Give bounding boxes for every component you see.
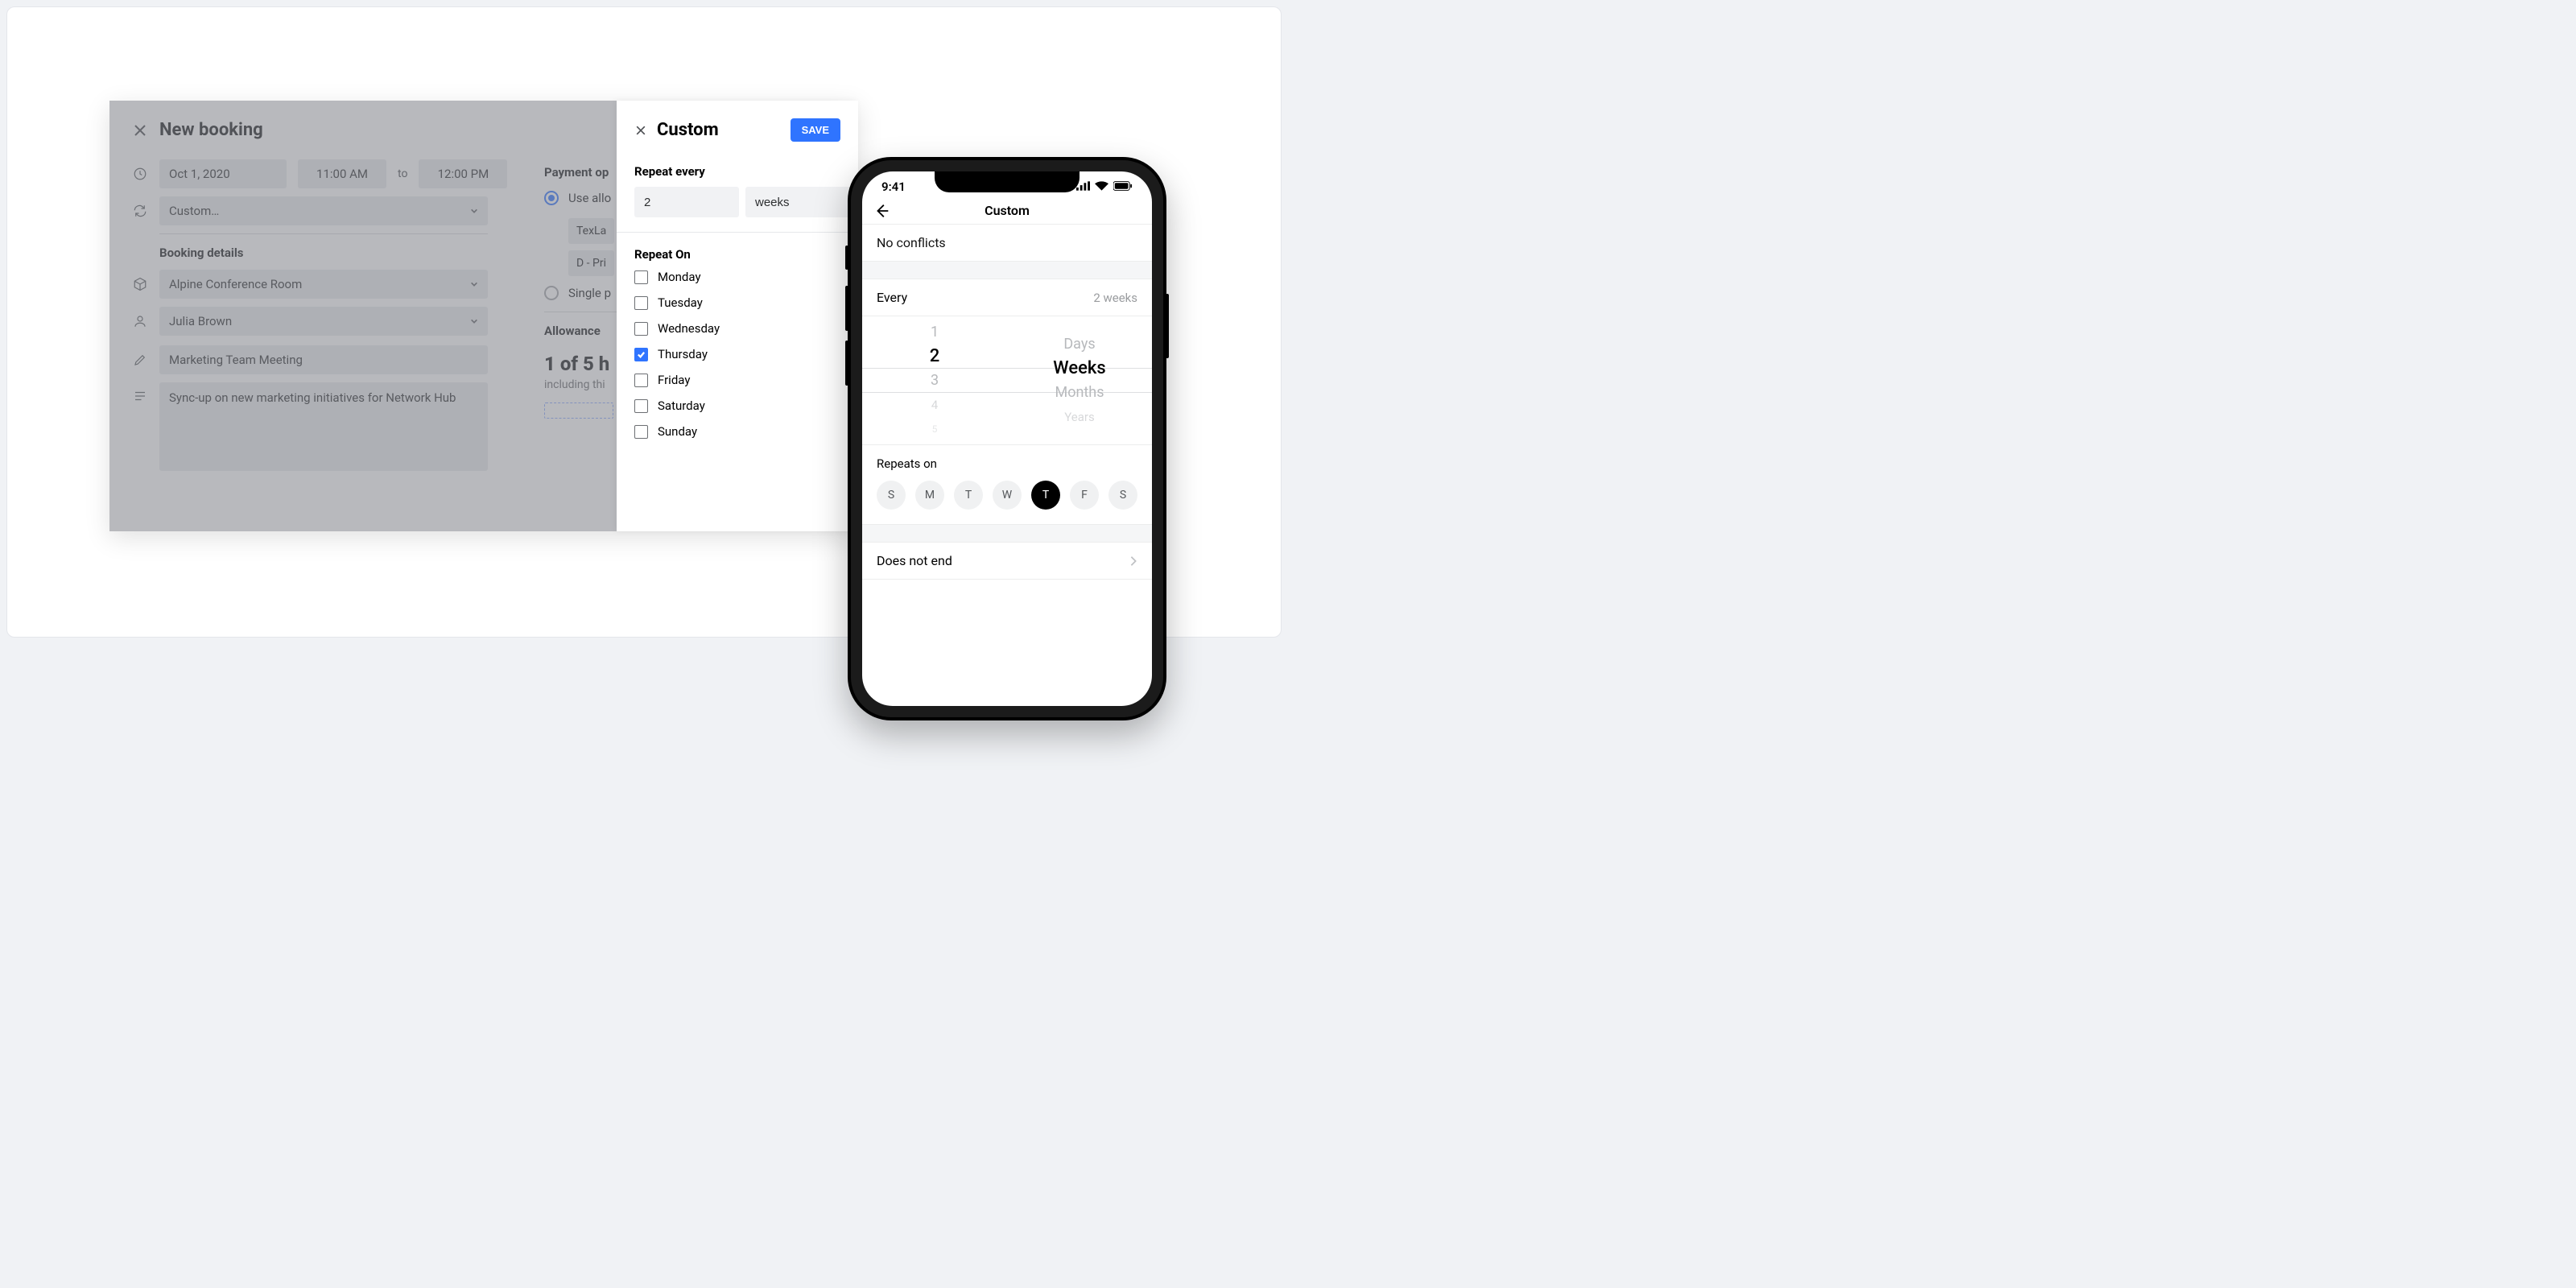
- end-time-input[interactable]: 12:00 PM: [419, 159, 507, 188]
- day-pill[interactable]: T: [954, 481, 983, 510]
- weekday-checkbox[interactable]: Thursday: [634, 347, 840, 361]
- picker-item[interactable]: Days: [1063, 332, 1095, 357]
- every-label: Every: [877, 290, 907, 305]
- user-icon: [133, 314, 147, 328]
- description-textarea[interactable]: Sync-up on new marketing initiatives for…: [159, 382, 488, 471]
- nav-bar: Custom: [862, 197, 1152, 225]
- back-icon[interactable]: [873, 202, 891, 220]
- checkbox-icon: [634, 296, 648, 310]
- chevron-right-icon: [1129, 555, 1137, 567]
- checkbox-icon: [634, 374, 648, 387]
- picker-item[interactable]: 2: [930, 345, 940, 369]
- cube-icon: [133, 277, 147, 291]
- weekday-checkbox-list: Monday Tuesday Wednesday Thursday Friday Satu…: [634, 270, 840, 439]
- start-time-input[interactable]: 11:00 AM: [298, 159, 386, 188]
- allowance-placeholder: [544, 402, 613, 419]
- day-pill[interactable]: W: [993, 481, 1022, 510]
- weekday-checkbox[interactable]: Tuesday: [634, 295, 840, 310]
- radio-icon: [544, 286, 559, 300]
- nav-title: Custom: [985, 203, 1030, 218]
- allowance-tag[interactable]: TexLa: [568, 218, 614, 244]
- day-pill[interactable]: F: [1070, 481, 1099, 510]
- picker-item[interactable]: 1: [931, 320, 939, 345]
- booking-title: New booking: [159, 120, 263, 140]
- picker-item[interactable]: Months: [1055, 381, 1104, 405]
- wifi-icon: [1095, 180, 1108, 194]
- clock-icon: [133, 167, 147, 181]
- allowance-tag[interactable]: D - Pri: [568, 250, 614, 276]
- phone-mock: 9:41 Custom No conflicts Every 2 weeks: [848, 157, 1166, 720]
- custom-recurrence-drawer: Custom SAVE Repeat every Repeat On Monda…: [617, 101, 858, 531]
- chevron-down-icon: [470, 317, 478, 325]
- user-select[interactable]: Julia Brown: [159, 307, 488, 336]
- day-pills: SMTWTFS: [877, 481, 1137, 510]
- radio-icon: [544, 191, 559, 205]
- notes-icon: [133, 389, 147, 403]
- repeat-every-label: Repeat every: [634, 164, 840, 179]
- status-time: 9:41: [881, 180, 906, 194]
- weekday-checkbox[interactable]: Monday: [634, 270, 840, 284]
- weekday-checkbox[interactable]: Saturday: [634, 398, 840, 413]
- checkbox-icon: [634, 399, 648, 413]
- every-cell[interactable]: Every 2 weeks: [862, 279, 1152, 316]
- room-select[interactable]: Alpine Conference Room: [159, 270, 488, 299]
- divider: [159, 233, 488, 234]
- weekday-checkbox[interactable]: Wednesday: [634, 321, 840, 336]
- checkbox-icon: [634, 348, 648, 361]
- chevron-down-icon: [470, 280, 478, 288]
- pencil-icon: [133, 353, 147, 367]
- checkbox-icon: [634, 425, 648, 439]
- to-label: to: [398, 167, 407, 180]
- repeats-on-section: Repeats on SMTWTFS: [862, 445, 1152, 525]
- canvas: New booking Oct 1, 2020 11:00 AM to 12:0…: [6, 6, 1282, 638]
- day-pill[interactable]: S: [1108, 481, 1137, 510]
- save-button[interactable]: SAVE: [791, 118, 840, 142]
- picker-item[interactable]: Weeks: [1053, 357, 1105, 381]
- section-gap: [862, 262, 1152, 279]
- close-icon[interactable]: [132, 122, 148, 138]
- section-gap: [862, 525, 1152, 543]
- phone-screen: 9:41 Custom No conflicts Every 2 weeks: [862, 171, 1152, 706]
- day-pill[interactable]: S: [877, 481, 906, 510]
- checkbox-icon: [634, 270, 648, 284]
- picker-item[interactable]: 3: [931, 369, 939, 393]
- conflicts-cell: No conflicts: [862, 225, 1152, 262]
- date-input[interactable]: Oct 1, 2020: [159, 159, 287, 188]
- repeat-on-label: Repeat On: [634, 247, 840, 262]
- weekday-checkbox[interactable]: Sunday: [634, 424, 840, 439]
- weekday-checkbox[interactable]: Friday: [634, 373, 840, 387]
- day-pill[interactable]: T: [1031, 481, 1060, 510]
- repeats-on-label: Repeats on: [877, 456, 1137, 471]
- recurrence-select[interactable]: Custom…: [159, 196, 488, 225]
- frequency-picker[interactable]: 12345 DaysWeeksMonthsYears: [862, 316, 1152, 445]
- battery-icon: [1113, 180, 1133, 194]
- booking-name-input[interactable]: Marketing Team Meeting: [159, 345, 488, 374]
- checkbox-icon: [634, 322, 648, 336]
- phone-notch: [935, 171, 1080, 192]
- picker-item[interactable]: 5: [932, 417, 938, 441]
- repeat-count-input[interactable]: [634, 187, 739, 217]
- repeat-icon: [133, 204, 147, 218]
- drawer-title: Custom: [657, 120, 719, 140]
- day-pill[interactable]: M: [915, 481, 944, 510]
- divider: [617, 232, 858, 233]
- picker-item[interactable]: Years: [1064, 405, 1094, 429]
- every-value: 2 weeks: [1093, 291, 1137, 305]
- close-icon[interactable]: [634, 124, 647, 137]
- chevron-down-icon: [470, 207, 478, 215]
- end-cell[interactable]: Does not end: [862, 543, 1152, 580]
- picker-item[interactable]: 4: [931, 393, 938, 417]
